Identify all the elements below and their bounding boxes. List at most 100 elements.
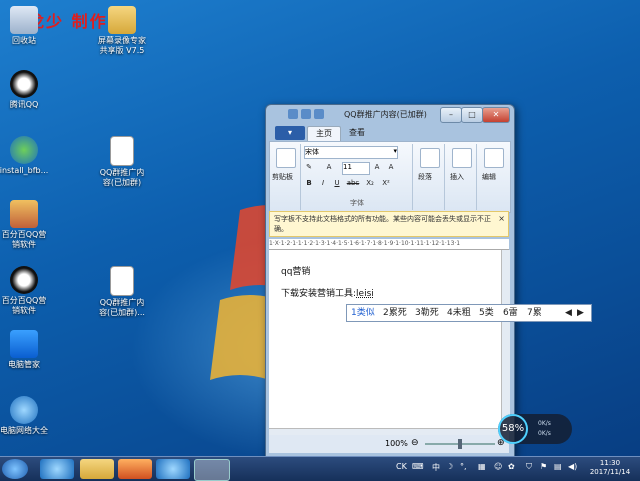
- wordpad-window: QQ群推广内容(已加群) – □ ✕ ▾ 主页 查看 剪贴板 宋体 ▾ 11 ✎…: [265, 104, 515, 458]
- wordpad-taskbar-icon[interactable]: [194, 459, 230, 481]
- icon-label: 百分百QQ营 销软件: [1, 230, 47, 249]
- picture-icon[interactable]: [452, 148, 472, 168]
- status-bar: 100% ⊖ ⊕: [269, 435, 509, 453]
- person-icon[interactable]: ☺: [494, 462, 502, 471]
- tencent-qq-shortcut[interactable]: 腾讯QQ: [0, 70, 56, 110]
- icon-label: QQ群推广内 容(已加群)...: [99, 298, 145, 317]
- shield-icon[interactable]: ⛉: [526, 462, 532, 472]
- zoom-slider[interactable]: [425, 439, 495, 449]
- binoculars-icon[interactable]: [484, 148, 504, 168]
- ime-candidate[interactable]: 4未粗: [447, 305, 471, 321]
- vertical-scrollbar[interactable]: [501, 250, 510, 428]
- doc-line-2: 下载安装营销工具:leisi: [281, 286, 374, 299]
- ime-candidate[interactable]: 6雷: [503, 305, 518, 321]
- paragraph-group: 段落: [414, 144, 445, 210]
- ime-candidate[interactable]: 7累: [527, 305, 542, 321]
- icon-label: 电脑网络大全: [0, 426, 48, 435]
- horizontal-scrollbar[interactable]: [269, 428, 509, 435]
- close-icon[interactable]: ×: [498, 214, 505, 224]
- tray-label[interactable]: CK: [396, 462, 407, 471]
- clipboard-label[interactable]: 剪贴板: [272, 172, 293, 182]
- docx-icon: [110, 136, 134, 166]
- qq-penguin-icon: [10, 266, 38, 294]
- shrink-font-icon[interactable]: A: [386, 162, 396, 172]
- highlight-icon[interactable]: ✎: [304, 162, 314, 172]
- format-warning-bar: 写字板不支持此文档格式的所有功能。某些内容可能会丢失或显示不正确。 ×: [269, 211, 509, 237]
- keyboard-icon[interactable]: ⌨: [412, 462, 424, 471]
- download-speed: 0K/s: [538, 430, 551, 437]
- zoom-out-button[interactable]: ⊖: [411, 438, 419, 448]
- network-speed-widget[interactable]: 58% 0K/s 0K/s: [498, 414, 572, 444]
- chevron-right-icon[interactable]: ▶: [577, 305, 584, 321]
- file-menu-button[interactable]: ▾: [275, 126, 305, 140]
- subscript-button[interactable]: X₂: [364, 178, 376, 188]
- install-bfb-shortcut[interactable]: install_bfb...: [0, 136, 56, 176]
- paragraph-icon[interactable]: [420, 148, 440, 168]
- maximize-button[interactable]: □: [461, 107, 483, 123]
- paragraph-label[interactable]: 段落: [418, 172, 432, 182]
- qq-marketing-1-shortcut[interactable]: 百分百QQ营 销软件: [0, 200, 56, 250]
- save-icon[interactable]: [288, 109, 298, 119]
- ime-candidate[interactable]: 5类: [479, 305, 494, 321]
- ruler[interactable]: 1·X·1·2·1·1·1·2·1·3·1·4·1·5·1·6·1·7·1·8·…: [269, 239, 509, 250]
- docx-icon: [110, 266, 134, 296]
- icon-label: 腾讯QQ: [9, 100, 39, 109]
- title-bar[interactable]: QQ群推广内容(已加群) – □ ✕: [266, 105, 514, 125]
- media-player-taskbar-icon[interactable]: [118, 459, 152, 479]
- close-button[interactable]: ✕: [482, 107, 510, 123]
- pc-manager-shortcut[interactable]: 电脑管家: [0, 330, 56, 370]
- network-tools-shortcut[interactable]: 电脑网络大全: [0, 396, 56, 436]
- grid-icon[interactable]: ▦: [478, 462, 486, 471]
- moon-icon[interactable]: ☽: [446, 462, 453, 471]
- superscript-button[interactable]: X²: [380, 178, 392, 188]
- flag-icon[interactable]: ⚑: [540, 462, 547, 471]
- docx-file-1-shortcut[interactable]: QQ群推广内 容(已加群): [90, 136, 154, 188]
- doc-line-2-prefix: 下载安装营销工具:: [281, 289, 357, 299]
- window-title: QQ群推广内容(已加群): [344, 110, 427, 119]
- ime-candidate[interactable]: 3勒死: [415, 305, 439, 321]
- clipboard-group: 剪贴板: [270, 144, 301, 210]
- ribbon-tabs: ▾ 主页 查看: [269, 126, 511, 141]
- punctuation-icon[interactable]: °,: [460, 462, 467, 471]
- insert-label[interactable]: 插入: [450, 172, 464, 182]
- strikethrough-button[interactable]: abc: [346, 178, 360, 188]
- ie-taskbar-icon[interactable]: [40, 459, 74, 479]
- grow-font-icon[interactable]: A: [372, 162, 382, 172]
- font-name-select[interactable]: 宋体 ▾: [304, 146, 398, 159]
- paste-icon[interactable]: [276, 148, 296, 168]
- redo-icon[interactable]: [314, 109, 324, 119]
- ime-candidate[interactable]: 1类似: [351, 305, 375, 321]
- font-color-icon[interactable]: A: [324, 162, 334, 172]
- ie-icon: [10, 396, 38, 424]
- edit-label[interactable]: 编辑: [482, 172, 496, 182]
- ime-indicator[interactable]: 中: [432, 462, 440, 473]
- bold-button[interactable]: B: [304, 178, 314, 188]
- italic-button[interactable]: I: [318, 178, 328, 188]
- recycle-bin-shortcut[interactable]: 回收站: [0, 6, 56, 46]
- undo-icon[interactable]: [301, 109, 311, 119]
- icon-label: 回收站: [12, 36, 36, 45]
- explorer-taskbar-icon[interactable]: [80, 459, 114, 479]
- start-button[interactable]: [2, 459, 28, 479]
- font-size-select[interactable]: 11: [342, 162, 370, 175]
- qq-marketing-2-shortcut[interactable]: 百分百QQ营 销软件: [0, 266, 56, 316]
- settings-icon[interactable]: ✿: [508, 462, 515, 471]
- browser-taskbar-icon[interactable]: [156, 459, 190, 479]
- minimize-button[interactable]: –: [440, 107, 462, 123]
- volume-icon[interactable]: ◀): [568, 462, 577, 471]
- network-icon[interactable]: ▤: [554, 462, 562, 471]
- zoom-slider-thumb[interactable]: [458, 439, 462, 449]
- tab-home[interactable]: 主页: [307, 126, 341, 141]
- shield-icon: [10, 330, 38, 358]
- speed-percent: 58%: [498, 414, 528, 444]
- chevron-left-icon[interactable]: ◀: [565, 305, 572, 321]
- document-area[interactable]: qq营销 下载安装营销工具:leisi: [269, 250, 501, 428]
- app-icon: [10, 200, 38, 228]
- quick-access-toolbar: [288, 109, 324, 119]
- clock[interactable]: 11:30 2017/11/14: [586, 459, 634, 477]
- screen-recorder-shortcut[interactable]: 屏幕录像专家 共享版 V7.5: [90, 6, 154, 56]
- tab-view[interactable]: 查看: [341, 126, 373, 140]
- underline-button[interactable]: U: [332, 178, 342, 188]
- docx-file-2-shortcut[interactable]: QQ群推广内 容(已加群)...: [90, 266, 154, 318]
- ime-candidate[interactable]: 2累死: [383, 305, 407, 321]
